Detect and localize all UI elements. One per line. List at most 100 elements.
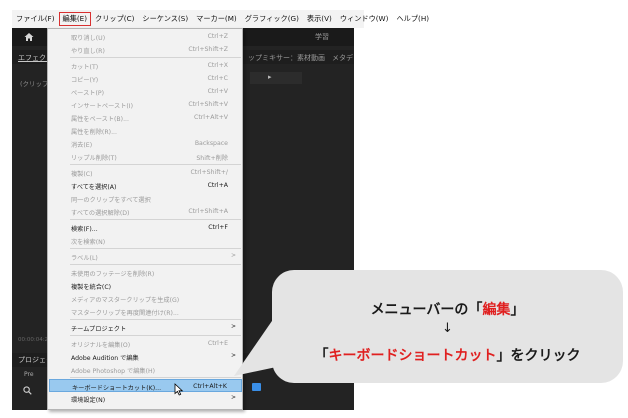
callout-line-2-prefix: 「: [314, 348, 329, 364]
menu-item-generate-master-clips[interactable]: メディアのマスタークリップを生成(G): [49, 292, 242, 305]
menu-separator: [70, 264, 241, 265]
menu-item-keyboard-shortcuts[interactable]: キーボードショートカット(K)... Ctrl+Alt+K: [49, 379, 242, 392]
panel-header: [250, 72, 302, 84]
menu-item-label: キーボードショートカット(K)...: [72, 385, 162, 392]
menu-item-paste-attributes[interactable]: 属性をペースト(B)... Ctrl+Alt+V: [49, 111, 242, 124]
menu-edit[interactable]: 編集(E): [58, 12, 92, 26]
menu-window[interactable]: ウィンドウ(W): [336, 10, 393, 28]
menu-separator: [70, 319, 241, 320]
menu-item-label: インサートペースト(I): [71, 103, 134, 110]
menu-marker[interactable]: マーカー(M): [192, 10, 241, 28]
menu-item-label: オリジナルを編集(O): [71, 342, 131, 349]
menu-item-remove-unused[interactable]: 未使用のフッテージを削除(R): [49, 266, 242, 279]
menu-item-label: チームプロジェクト: [71, 326, 127, 333]
menu-item-label: コピー(Y): [71, 77, 99, 84]
menu-graphics[interactable]: グラフィック(G): [241, 10, 303, 28]
menu-help[interactable]: ヘルプ(H): [392, 10, 433, 28]
menu-item-label: Adobe Audition で編集: [71, 355, 139, 362]
menu-item-shortcut: Ctrl+Shift+Z: [188, 46, 228, 53]
clip-label: (クリップ: [20, 80, 49, 88]
callout-down-arrow-icon: ↓: [442, 321, 453, 336]
menu-item-edit-in-photoshop[interactable]: Adobe Photoshop で編集(H): [49, 363, 242, 376]
menu-item-shortcut: Ctrl+A: [207, 182, 228, 189]
menu-item-label: カット(T): [71, 64, 99, 71]
menu-item-team-project[interactable]: チームプロジェクト >: [49, 321, 242, 334]
menu-item-edit-original[interactable]: オリジナルを編集(O) Ctrl+E: [49, 337, 242, 350]
menu-item-label-submenu[interactable]: ラベル(L) >: [49, 250, 242, 263]
menu-item-label: 複製(C): [71, 171, 93, 178]
callout-line-2-highlight: キーボードショートカット: [328, 348, 497, 364]
menu-file[interactable]: ファイル(F): [12, 10, 59, 28]
menu-item-clear[interactable]: 消去(E) Backspace: [49, 137, 242, 150]
menu-item-ripple-delete[interactable]: リップル削除(T) Shift+削除: [49, 150, 242, 163]
menu-item-label: 属性を削除(R)...: [71, 129, 117, 136]
workspace-label[interactable]: 学習: [315, 32, 329, 42]
menu-item-shortcut: Shift+削除: [196, 155, 228, 162]
home-icon[interactable]: [24, 32, 34, 42]
menu-separator: [70, 164, 241, 165]
bin-icon[interactable]: [252, 383, 261, 391]
submenu-arrow-icon: >: [230, 394, 236, 401]
callout-line-2-suffix: 」をクリック: [496, 348, 581, 364]
menu-separator: [70, 377, 241, 378]
menu-item-shortcut: Ctrl+Shift+V: [188, 101, 228, 108]
menu-item-relink-master-clips[interactable]: マスタークリップを再度関連付け(R)...: [49, 305, 242, 318]
menu-separator: [70, 57, 241, 58]
menu-item-label: 複製を統合(C): [71, 284, 112, 291]
menu-item-label: 同一のクリップをすべて選択: [71, 197, 151, 204]
menu-sequence[interactable]: シーケンス(S): [138, 10, 192, 28]
menu-item-label: 環境設定(N): [71, 397, 106, 404]
menu-item-label: すべての選択解除(D): [71, 210, 130, 217]
menu-item-shortcut: Ctrl+Z: [207, 33, 228, 40]
menu-item-shortcut: Ctrl+Shift+/: [190, 169, 228, 176]
callout-line-1-highlight: 編集: [482, 302, 511, 318]
menu-item-deselect-all[interactable]: すべての選択解除(D) Ctrl+Shift+A: [49, 205, 242, 218]
menu-item-consolidate-duplicates[interactable]: 複製を統合(C): [49, 279, 242, 292]
menubar: ファイル(F) 編集(E) クリップ(C) シーケンス(S) マーカー(M) グ…: [12, 10, 429, 28]
menu-item-shortcut: Ctrl+Alt+K: [193, 383, 227, 390]
menu-item-label: ラベル(L): [71, 255, 98, 262]
callout-line-1: メニューバーの「編集」: [272, 299, 623, 319]
tab-audio-mixer[interactable]: ップミキサー：素材動画: [248, 53, 325, 63]
menu-item-find[interactable]: 検索(F)... Ctrl+F: [49, 221, 242, 234]
edit-dropdown-menu: 取り消し(U) Ctrl+Z やり直し(R) Ctrl+Shift+Z カット(T)…: [47, 28, 243, 410]
tab-metadata[interactable]: メタデ: [332, 53, 353, 63]
menu-item-edit-in-audition[interactable]: Adobe Audition で編集 >: [49, 350, 242, 363]
menu-separator: [70, 248, 241, 249]
mouse-cursor-icon: [174, 383, 184, 396]
menu-item-label: ペースト(P): [71, 90, 104, 97]
menu-separator: [70, 335, 241, 336]
menu-item-shortcut: Ctrl+V: [207, 88, 228, 95]
menu-item-cut[interactable]: カット(T) Ctrl+X: [49, 59, 242, 72]
menu-item-shortcut: Ctrl+C: [207, 75, 228, 82]
search-icon[interactable]: [23, 386, 32, 395]
menu-item-redo[interactable]: やり直し(R) Ctrl+Shift+Z: [49, 43, 242, 56]
menu-item-copy[interactable]: コピー(Y) Ctrl+C: [49, 72, 242, 85]
menu-item-insert-paste[interactable]: インサートペースト(I) Ctrl+Shift+V: [49, 98, 242, 111]
menu-item-select-same-clips[interactable]: 同一のクリップをすべて選択: [49, 192, 242, 205]
menu-item-label: すべてを選択(A): [71, 184, 117, 191]
menu-item-shortcut: Ctrl+F: [208, 224, 228, 231]
menu-item-shortcut: Ctrl+E: [207, 340, 228, 347]
menu-item-label: リップル削除(T): [71, 155, 117, 162]
menu-item-undo[interactable]: 取り消し(U) Ctrl+Z: [49, 30, 242, 43]
project-row: Pre: [24, 371, 34, 378]
menu-item-shortcut: Ctrl+Alt+V: [194, 114, 228, 121]
menu-item-label: 未使用のフッテージを削除(R): [71, 271, 155, 278]
menu-item-remove-attributes[interactable]: 属性を削除(R)...: [49, 124, 242, 137]
menu-item-label: 次を検索(N): [71, 239, 106, 246]
menu-item-label: 消去(E): [71, 142, 93, 149]
menu-view[interactable]: 表示(V): [303, 10, 336, 28]
menu-item-label: Adobe Photoshop で編集(H): [71, 368, 156, 375]
menu-item-select-all[interactable]: すべてを選択(A) Ctrl+A: [49, 179, 242, 192]
expand-arrow-icon[interactable]: ▸: [268, 73, 272, 81]
menu-item-label: 取り消し(U): [71, 35, 106, 42]
menu-item-label: 検索(F)...: [71, 226, 98, 233]
menu-item-paste[interactable]: ペースト(P) Ctrl+V: [49, 85, 242, 98]
callout-line-2: 「キーボードショートカット」をクリック: [272, 345, 623, 365]
menu-clip[interactable]: クリップ(C): [91, 10, 138, 28]
menu-item-duplicate[interactable]: 複製(C) Ctrl+Shift+/: [49, 166, 242, 179]
submenu-arrow-icon: >: [230, 252, 236, 259]
menu-item-find-next[interactable]: 次を検索(N): [49, 234, 242, 247]
menu-item-preferences[interactable]: 環境設定(N) >: [49, 392, 242, 405]
